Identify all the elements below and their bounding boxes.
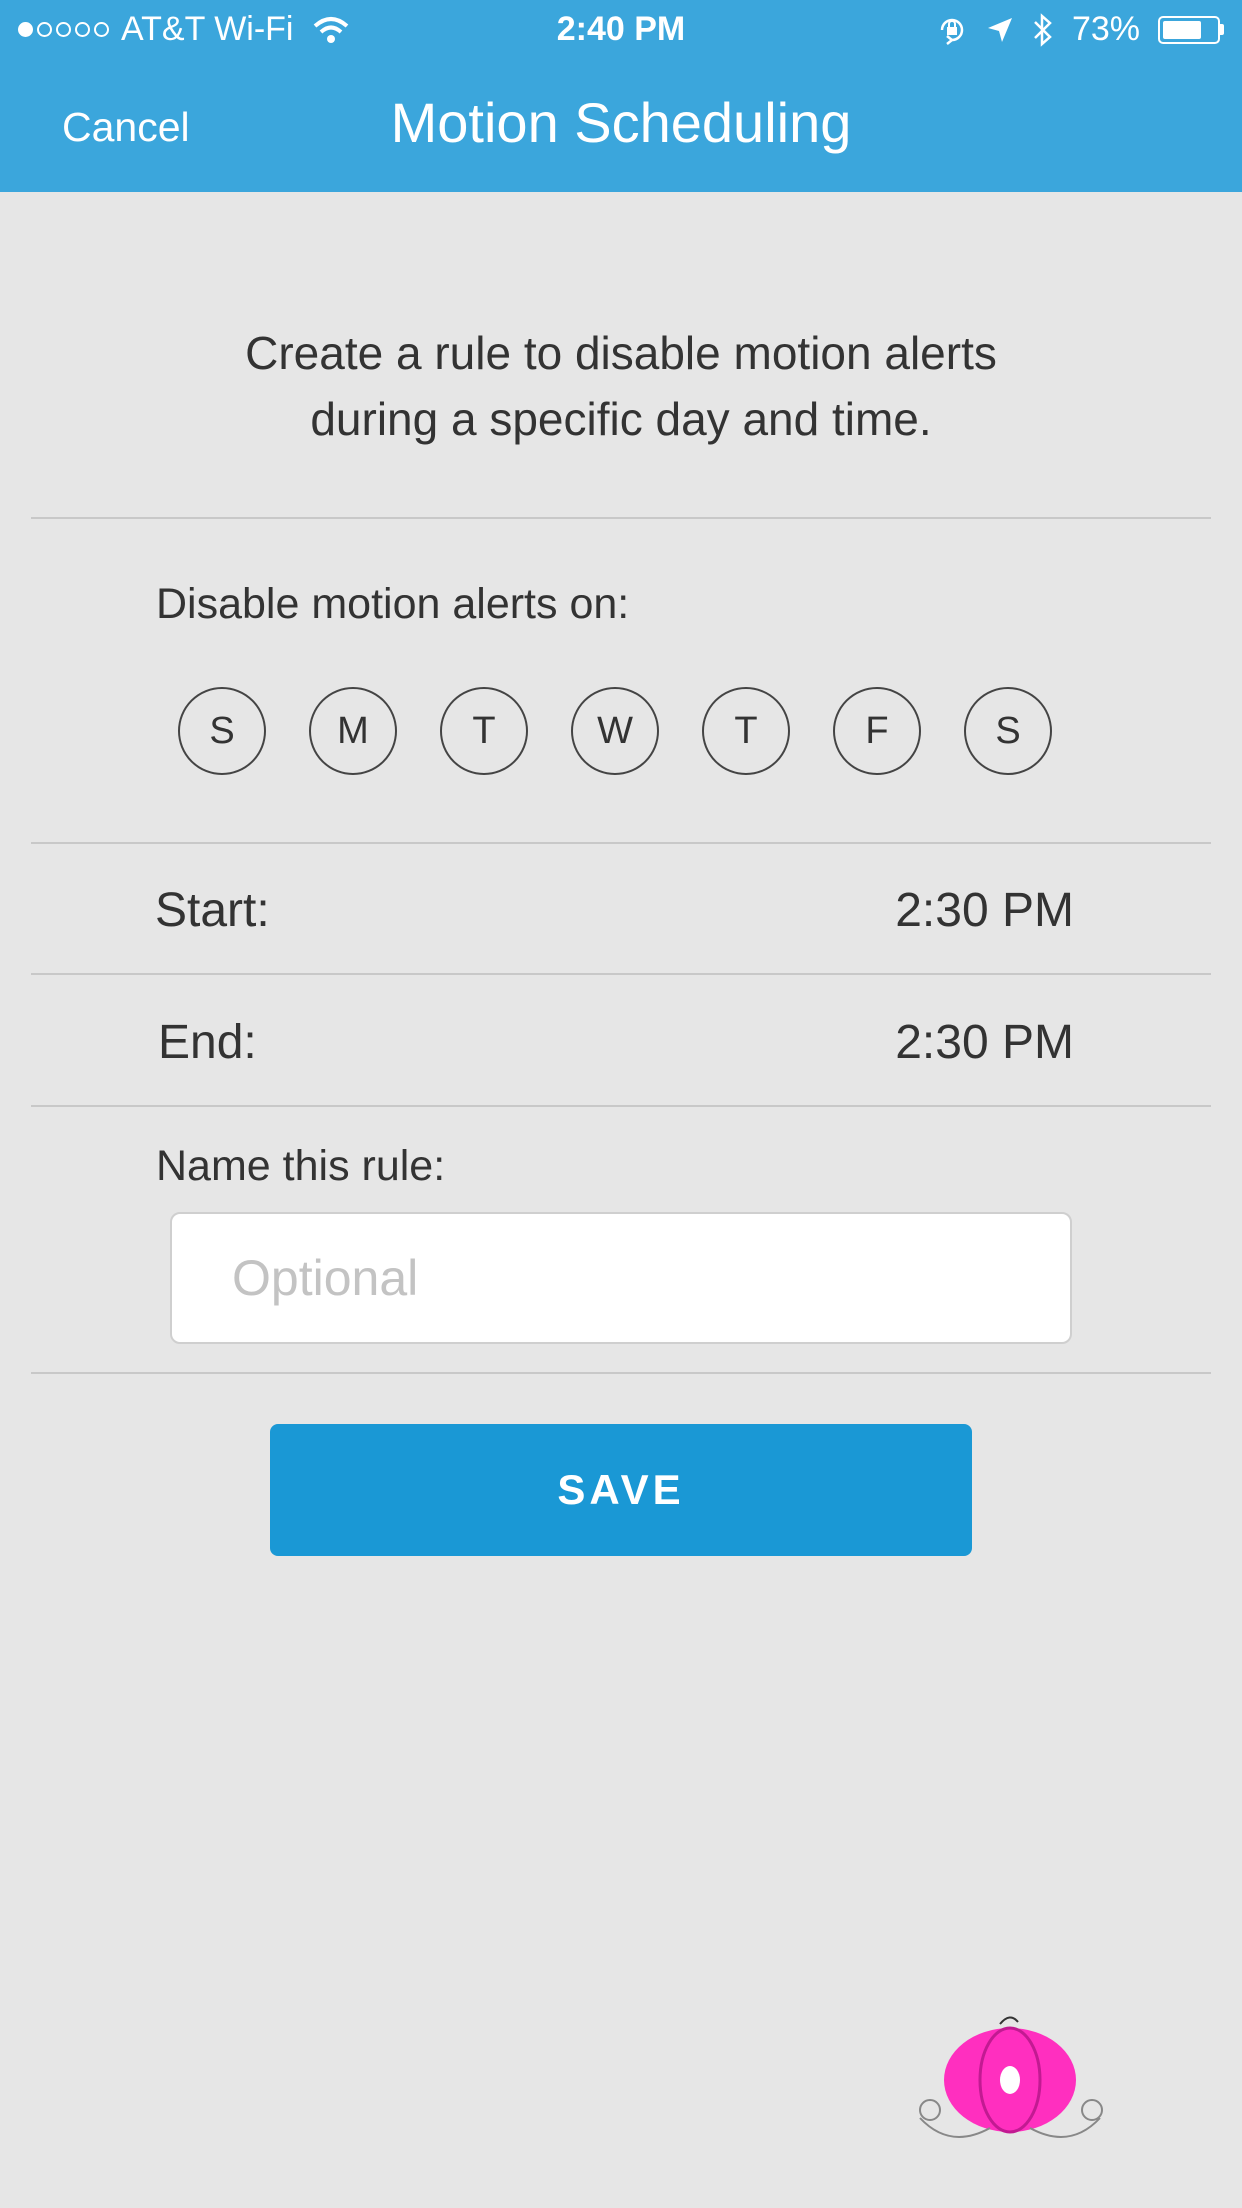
navigation-bar: Cancel Motion Scheduling (0, 62, 1242, 192)
intro-line-2: during a specific day and time. (310, 393, 932, 445)
divider (31, 517, 1211, 519)
day-monday-toggle[interactable]: M (309, 687, 397, 775)
intro-text: Create a rule to disable motion alerts d… (0, 320, 1242, 452)
end-time-row[interactable]: End: 2:30 PM (158, 977, 1074, 1107)
location-arrow-icon (987, 17, 1012, 42)
battery-level-fill (1163, 20, 1201, 39)
status-bar-right: 73% (936, 10, 1224, 49)
start-time-row[interactable]: Start: 2:30 PM (155, 845, 1074, 975)
battery-percent: 73% (1071, 10, 1140, 48)
save-button[interactable]: SAVE (270, 1424, 972, 1556)
day-selector: S M T W T F S (178, 687, 1052, 775)
day-tuesday-toggle[interactable]: T (440, 687, 528, 775)
day-friday-toggle[interactable]: F (833, 687, 921, 775)
pink-glitter-pumpkins-logo (919, 2016, 1103, 2138)
divider (31, 973, 1211, 975)
battery-icon (1158, 15, 1224, 44)
bluetooth-icon (1034, 12, 1052, 47)
rule-name-label: Name this rule: (156, 1142, 446, 1190)
day-wednesday-toggle[interactable]: W (571, 687, 659, 775)
start-time-value: 2:30 PM (895, 883, 1074, 937)
day-saturday-toggle[interactable]: S (964, 687, 1052, 775)
divider (31, 1105, 1211, 1107)
start-label: Start: (155, 883, 270, 937)
end-label: End: (158, 1015, 257, 1069)
days-label: Disable motion alerts on: (156, 580, 630, 628)
day-thursday-toggle[interactable]: T (702, 687, 790, 775)
intro-line-1: Create a rule to disable motion alerts (245, 327, 997, 379)
orientation-lock-icon (940, 18, 964, 45)
divider (31, 842, 1211, 844)
status-bar: AT&T Wi-Fi 2:40 PM 73% (0, 0, 1242, 62)
day-sunday-toggle[interactable]: S (178, 687, 266, 775)
page-title: Motion Scheduling (390, 91, 852, 154)
divider (31, 1372, 1211, 1374)
end-time-value: 2:30 PM (895, 1015, 1074, 1069)
rule-name-input[interactable] (170, 1212, 1072, 1344)
